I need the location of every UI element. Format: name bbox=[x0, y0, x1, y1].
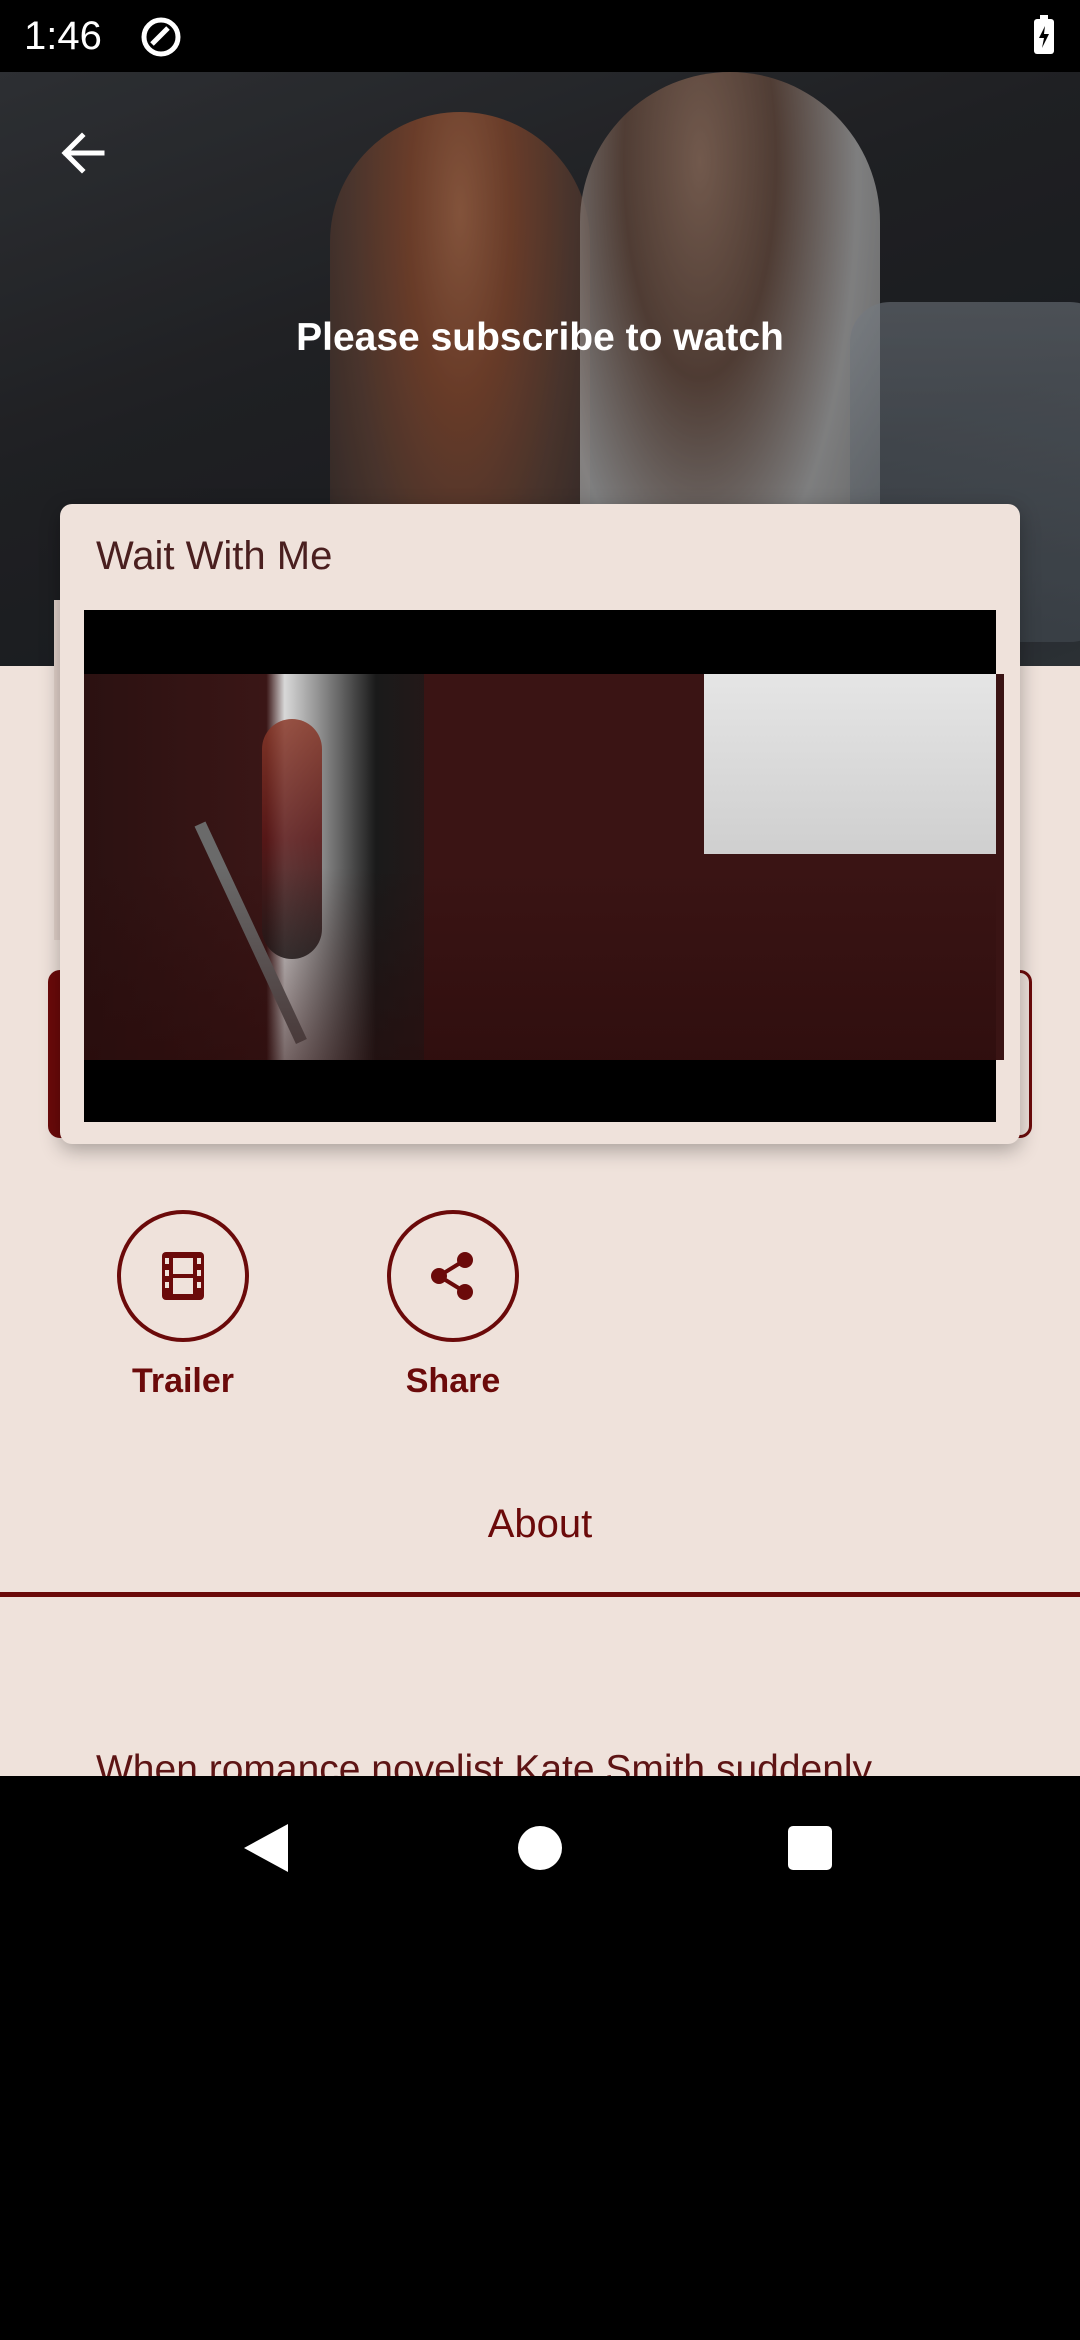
movie-description: When romance novelist Kate Smith suddenl… bbox=[96, 1748, 873, 1776]
video-player[interactable] bbox=[84, 610, 1004, 1122]
tab-indicator bbox=[0, 1592, 1080, 1597]
share-icon bbox=[431, 1252, 473, 1300]
video-frame bbox=[84, 674, 1004, 1060]
share-label: Share bbox=[405, 1362, 501, 1400]
trailer-action[interactable]: Trailer bbox=[98, 1210, 268, 1401]
nav-recents-icon[interactable] bbox=[788, 1826, 832, 1870]
share-action[interactable]: Share bbox=[368, 1210, 538, 1401]
trailer-dialog: Wait With Me bbox=[60, 504, 1020, 1144]
nav-back-icon[interactable] bbox=[242, 1822, 290, 1874]
movie-detail-screen: Please subscribe to watch Trailer Share … bbox=[0, 72, 1080, 1776]
empty-area bbox=[0, 1920, 1080, 2340]
back-arrow-icon[interactable] bbox=[50, 120, 116, 186]
trailer-label: Trailer bbox=[131, 1362, 235, 1400]
app-notification-icon bbox=[141, 17, 181, 57]
tab-about[interactable]: About bbox=[0, 1502, 1080, 1547]
share-button[interactable] bbox=[387, 1210, 519, 1342]
status-bar: 1:46 bbox=[0, 0, 1080, 72]
battery-charging-icon bbox=[1034, 15, 1054, 54]
nav-home-icon[interactable] bbox=[518, 1826, 562, 1870]
trailer-button[interactable] bbox=[117, 1210, 249, 1342]
system-navigation-bar bbox=[0, 1776, 1080, 1920]
status-time: 1:46 bbox=[24, 14, 102, 58]
subscribe-message: Please subscribe to watch bbox=[296, 316, 784, 359]
dialog-title: Wait With Me bbox=[96, 534, 333, 578]
film-strip-icon bbox=[162, 1252, 204, 1300]
